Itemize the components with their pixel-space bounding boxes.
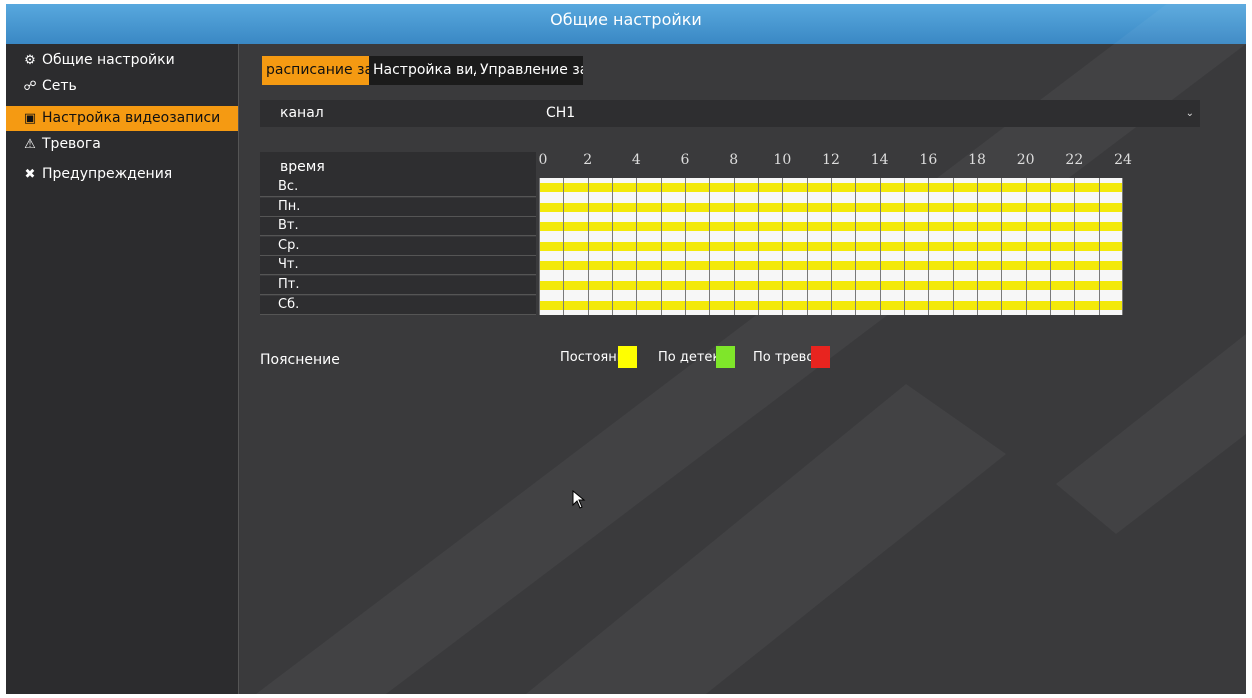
grid-hour-line [1074,178,1076,315]
hour-tick: 14 [870,152,889,168]
grid-hour-line [831,178,832,315]
channel-value: CH1 [546,105,576,121]
grid-hour-line [855,178,857,315]
tab-schedule[interactable]: расписание записи [262,56,369,85]
legend-constant: Постоянная [560,346,637,368]
grid-hour-line [636,178,638,315]
day-label: Ср. [260,236,536,256]
hour-tick: 6 [680,152,690,168]
grid-hour-line [1050,178,1051,315]
hour-tick: 22 [1065,152,1084,168]
legend-swatch-green [716,346,735,368]
hour-tick: 4 [631,152,641,168]
hour-tick: 20 [1016,152,1035,168]
sidebar-item-label: Тревога [42,136,101,152]
hour-tick: 12 [822,152,840,168]
schedule-grid[interactable] [539,178,1123,315]
grid-hour-line [782,178,784,315]
legend-alarm: По тревоге [753,346,830,368]
hour-tick: 8 [729,152,739,168]
window-title: Общие настройки [6,4,1246,44]
network-icon: ☍ [23,79,37,94]
gears-icon: ⚙ [24,53,36,68]
grid-hour-line [612,178,613,315]
sidebar-item-warnings[interactable]: ✖ Предупреждения [6,162,238,187]
grid-hour-line [1025,178,1027,315]
sidebar-item-general-settings[interactable]: ⚙ Общие настройки [6,48,238,73]
grid-hour-line [685,178,686,315]
mouse-cursor-icon [572,490,586,509]
sidebar-item-alarm[interactable]: ⚠ Тревога [6,132,238,157]
legend-motion: По детекции [658,346,735,368]
main-panel: расписание записи Настройка видеозаписи … [239,44,1246,694]
legend-label: По детекции [658,349,716,365]
legend-label: По тревоге [753,349,811,365]
grid-hour-line [1001,178,1003,315]
film-icon: ▣ [23,111,37,126]
grid-hour-line [806,178,808,315]
hour-tick: 2 [583,152,593,168]
grid-hour-line [758,178,759,315]
legend-swatch-yellow [618,346,637,368]
hour-tick: 24 [1114,152,1132,168]
grid-hour-line [709,178,711,315]
grid-hour-line [539,178,540,315]
hour-tick: 18 [968,152,986,168]
grid-hour-line [928,178,930,315]
day-label: Чт. [260,256,536,276]
sidebar: ⚙ Общие настройки ☍ Сеть ▣ Настройка видеоз… [6,44,239,694]
grid-hour-line [879,178,881,315]
sidebar-item-label: Предупреждения [42,166,173,182]
warning-icon: ⚠ [24,137,36,152]
hour-tick: 10 [773,152,792,168]
channel-select[interactable]: CH1 ⌄ [536,100,1200,127]
day-label: Сб. [260,295,536,315]
grid-hour-line [733,178,735,315]
grid-hour-line [563,178,565,315]
sidebar-item-label: Общие настройки [42,52,175,68]
day-label: Вт. [260,217,536,237]
sidebar-item-label: Настройка видеозаписи [42,110,221,126]
sidebar-item-recording-settings[interactable]: ▣ Настройка видеозаписи [6,106,238,131]
legend-label: Постоянная [560,349,618,365]
day-label: Вс. [260,178,536,197]
grid-hour-line [660,178,662,315]
sidebar-item-network[interactable]: ☍ Сеть [6,74,238,99]
tab-recording-settings[interactable]: Настройка видеозаписи [369,56,476,85]
grid-hour-line [1098,178,1100,315]
hour-tick: 16 [919,152,938,168]
grid-hour-line [587,178,589,315]
day-label: Пт. [260,276,536,295]
legend-swatch-red [811,346,830,368]
day-label: Пн. [260,197,536,217]
grid-hour-line [952,178,954,315]
sidebar-item-label: Сеть [42,78,77,94]
legend-title: Пояснение [260,352,340,368]
tools-icon: ✖ [24,167,36,182]
channel-label: канал [260,100,536,127]
grid-hour-line [977,178,978,315]
time-label: время [260,152,536,179]
tab-recording-management[interactable]: Управление записью [476,56,583,85]
chevron-down-icon: ⌄ [1185,108,1194,119]
app-window: Общие настройки ⚙ Общие настройки ☍ Сеть ▣… [6,4,1246,694]
hour-tick: 0 [538,152,548,168]
grid-hour-line [904,178,905,315]
grid-hour-line [1122,178,1123,315]
